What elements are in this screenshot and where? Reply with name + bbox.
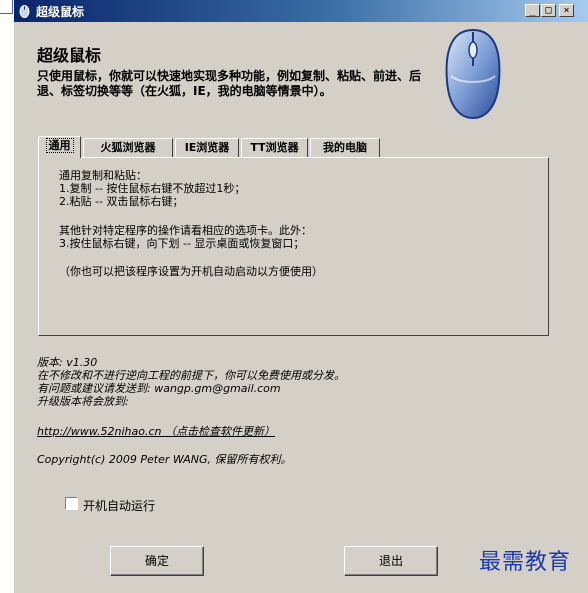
tab-general-label: 通用 [45, 138, 74, 153]
panel-line: 2.粘贴 -- 双击鼠标右键； [59, 195, 184, 208]
minimize-button[interactable]: _ [525, 4, 540, 17]
app-window: 超级鼠标 _ □ × 超级鼠标 只使用鼠标，你就可以快速地实现多种功能，例如复制… [14, 0, 588, 593]
tab-ie[interactable]: IE浏览器 [175, 138, 239, 157]
maximize-button[interactable]: □ [541, 4, 556, 17]
window-title: 超级鼠标 [36, 5, 85, 19]
mouse-icon [445, 28, 501, 120]
panel-line: 3.按住鼠标右键，向下划 -- 显示桌面或恢复窗口； [59, 237, 305, 250]
mouse-small-icon [19, 5, 30, 18]
background-window-edge [0, 0, 15, 22]
tab-tt[interactable]: TT浏览器 [241, 138, 308, 157]
autostart-checkbox[interactable] [65, 497, 78, 510]
update-link[interactable]: http://www.52nihao.cn （点击检查软件更新） [37, 423, 275, 439]
tab-my-computer[interactable]: 我的电脑 [310, 138, 380, 157]
exit-button[interactable]: 退出 [344, 546, 438, 576]
tab-panel-general: 通用复制和粘贴： 1.复制 -- 按住鼠标右键不放超过1秒； 2.粘贴 -- 双… [38, 157, 549, 336]
panel-line: （你也可以把该程序设置为开机自动启动以方便使用） [59, 265, 323, 278]
app-heading: 超级鼠标 [37, 46, 102, 65]
title-bar[interactable]: 超级鼠标 _ □ × [14, 0, 588, 22]
app-description: 只使用鼠标，你就可以快速地实现多种功能，例如复制、粘贴、前进、后退、标签切换等等… [37, 69, 422, 98]
tab-firefox[interactable]: 火狐浏览器 [83, 138, 173, 157]
ok-button[interactable]: 确定 [110, 546, 204, 576]
autostart-label[interactable]: 开机自动运行 [83, 497, 155, 514]
copyright-text: Copyright(c) 2009 Peter WANG, 保留所有权利。 [37, 453, 292, 466]
close-button[interactable]: × [559, 4, 574, 17]
tab-general[interactable]: 通用 [38, 136, 81, 158]
watermark-text: 最需教育 [479, 550, 572, 575]
background-window-mark [0, 0, 13, 14]
release-text: 升级版本将会放到: [37, 395, 129, 408]
